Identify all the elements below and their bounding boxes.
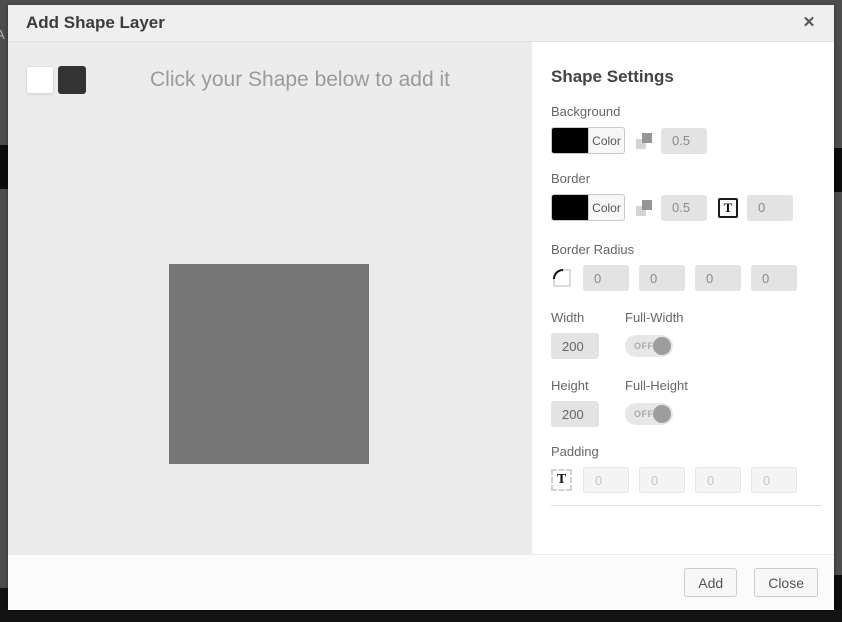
- background-controls-row: Color: [551, 127, 824, 154]
- width-input[interactable]: [551, 333, 599, 359]
- border-opacity-input[interactable]: [661, 195, 707, 221]
- shape-picker-panel: Click your Shape below to add it: [8, 42, 532, 554]
- border-width-input[interactable]: [747, 195, 793, 221]
- width-labels-row: Width Full-Width: [551, 310, 824, 325]
- close-icon: ✕: [803, 14, 816, 31]
- full-height-toggle[interactable]: OFF: [625, 403, 673, 425]
- border-color-swatch[interactable]: [552, 195, 588, 220]
- background-color-button[interactable]: Color: [588, 128, 624, 153]
- border-controls-row: Color T: [551, 194, 824, 221]
- width-controls-row: OFF: [551, 333, 824, 359]
- settings-heading: Shape Settings: [551, 67, 824, 87]
- background-dark-block-left: [0, 145, 8, 189]
- full-width-label: Full-Width: [625, 310, 684, 325]
- border-radius-icon: [551, 267, 573, 289]
- full-width-toggle-state: OFF: [634, 341, 654, 351]
- add-button[interactable]: Add: [684, 568, 737, 597]
- shape-instruction: Click your Shape below to add it: [68, 68, 532, 92]
- padding-label: Padding: [551, 444, 824, 459]
- padding-input-3[interactable]: [695, 467, 741, 493]
- border-radius-controls-row: [551, 265, 824, 291]
- background-color-swatch[interactable]: [552, 128, 588, 153]
- background-opacity-input[interactable]: [661, 128, 707, 154]
- full-width-toggle[interactable]: OFF: [625, 335, 673, 357]
- modal-title: Add Shape Layer: [26, 13, 798, 33]
- padding-input-2[interactable]: [639, 467, 685, 493]
- shape-preview-square[interactable]: [169, 264, 369, 464]
- height-controls-row: OFF: [551, 401, 824, 427]
- border-color-combo: Color: [551, 194, 625, 221]
- height-labels-row: Height Full-Height: [551, 378, 824, 393]
- border-radius-input-4[interactable]: [751, 265, 797, 291]
- full-height-label: Full-Height: [625, 378, 688, 393]
- background-dark-bar-bottom: [0, 609, 842, 622]
- modal-title-bar: Add Shape Layer ✕: [8, 5, 834, 42]
- background-color-combo: Color: [551, 127, 625, 154]
- padding-input-1[interactable]: [583, 467, 629, 493]
- border-width-text-icon: T: [718, 198, 738, 218]
- height-input[interactable]: [551, 401, 599, 427]
- opacity-icon: [636, 200, 652, 216]
- close-button[interactable]: Close: [754, 568, 818, 597]
- height-label: Height: [551, 378, 625, 393]
- border-radius-input-2[interactable]: [639, 265, 685, 291]
- width-label: Width: [551, 310, 625, 325]
- border-radius-label: Border Radius: [551, 242, 824, 257]
- shape-color-swatch-white[interactable]: [26, 66, 54, 94]
- shape-settings-panel: Shape Settings Background Color Border C…: [532, 42, 834, 554]
- padding-controls-row: T: [551, 467, 824, 493]
- background-label: Background: [551, 104, 824, 119]
- modal-body: Click your Shape below to add it Shape S…: [8, 42, 834, 554]
- border-color-button[interactable]: Color: [588, 195, 624, 220]
- border-radius-input-1[interactable]: [583, 265, 629, 291]
- background-dark-block-right: [834, 148, 842, 192]
- border-label: Border: [551, 171, 824, 186]
- add-shape-layer-modal: Add Shape Layer ✕ Click your Shape below…: [8, 5, 834, 610]
- opacity-icon: [636, 133, 652, 149]
- padding-text-icon: T: [551, 469, 572, 491]
- modal-footer: Add Close: [8, 554, 834, 610]
- full-height-toggle-state: OFF: [634, 409, 654, 419]
- toggle-knob: [653, 337, 671, 355]
- close-modal-button[interactable]: ✕: [798, 12, 820, 34]
- background-page-clipped-text: A: [0, 27, 5, 42]
- padding-input-4[interactable]: [751, 467, 797, 493]
- border-radius-input-3[interactable]: [695, 265, 741, 291]
- toggle-knob: [653, 405, 671, 423]
- settings-divider: [551, 505, 822, 506]
